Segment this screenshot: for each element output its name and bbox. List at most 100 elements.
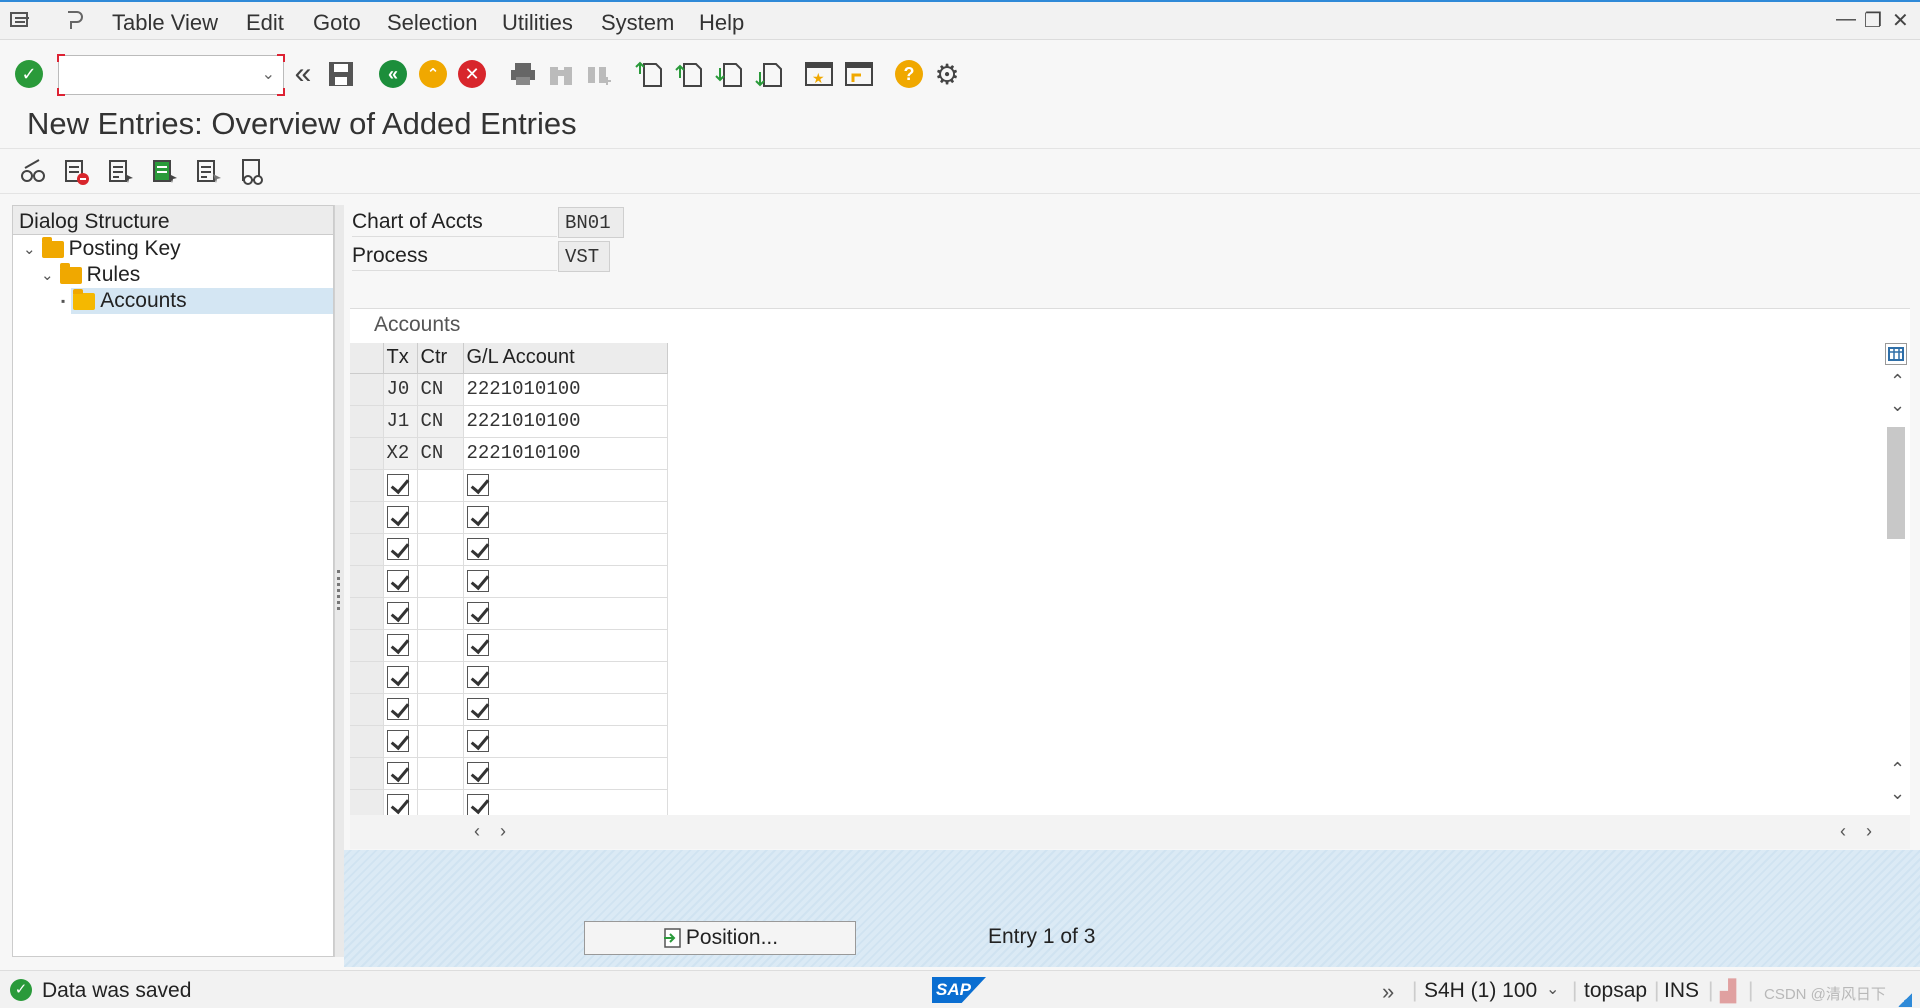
empty-table-row[interactable]: [350, 533, 668, 566]
cell-gl-account-input[interactable]: [463, 533, 668, 566]
cell-gl-account-input[interactable]: [463, 565, 668, 598]
column-header-tx[interactable]: Tx: [383, 343, 418, 374]
empty-table-row[interactable]: [350, 565, 668, 598]
tree-node-posting-key[interactable]: ⌄ Posting Key: [23, 236, 181, 262]
help-button[interactable]: ?: [894, 59, 924, 89]
scroll-line-up-icon[interactable]: ⌄: [1890, 395, 1905, 416]
column-header-gl-account[interactable]: G/L Account: [463, 343, 668, 374]
menu-system[interactable]: System: [601, 10, 674, 36]
scroll-left-far-icon[interactable]: ‹: [1840, 821, 1846, 842]
cell-ctr-input[interactable]: [417, 629, 464, 662]
cell-gl-account[interactable]: 2221010100: [463, 405, 668, 438]
cell-tx-input[interactable]: [383, 597, 418, 630]
empty-table-row[interactable]: [350, 629, 668, 662]
cell-tx-input[interactable]: [383, 501, 418, 534]
command-input[interactable]: [59, 56, 249, 92]
deselect-all-button[interactable]: [194, 157, 224, 187]
cell-gl-account-input[interactable]: [463, 661, 668, 694]
scroll-right-far-icon[interactable]: ›: [1866, 821, 1872, 842]
close-window-icon[interactable]: ✕: [1892, 8, 1909, 33]
print-button[interactable]: [508, 59, 538, 89]
last-page-button[interactable]: [754, 59, 784, 89]
row-selector[interactable]: [350, 597, 384, 630]
row-selector[interactable]: [350, 757, 384, 790]
chart-icon[interactable]: ▟: [1720, 979, 1736, 1004]
restore-icon[interactable]: ❐: [1864, 8, 1882, 33]
cell-ctr-input[interactable]: [417, 501, 464, 534]
empty-table-row[interactable]: [350, 469, 668, 502]
pin-icon[interactable]: [64, 10, 86, 30]
empty-table-row[interactable]: [350, 693, 668, 726]
column-header-ctr[interactable]: Ctr: [417, 343, 464, 374]
collapse-command-icon[interactable]: «: [288, 57, 318, 90]
empty-table-row[interactable]: [350, 661, 668, 694]
menu-icon[interactable]: [10, 10, 32, 30]
cell-ctr-input[interactable]: [417, 661, 464, 694]
select-all-button[interactable]: [106, 157, 136, 187]
menu-table-view[interactable]: Table View: [112, 10, 218, 36]
expand-chevron-icon[interactable]: ⌄: [41, 266, 54, 284]
cell-ctr-input[interactable]: [417, 597, 464, 630]
table-row[interactable]: X2 CN 2221010100: [350, 437, 668, 470]
table-settings-icon[interactable]: [1885, 343, 1907, 365]
cell-tx-input[interactable]: [383, 661, 418, 694]
row-selector[interactable]: [350, 469, 384, 502]
create-session-button[interactable]: ★: [804, 59, 834, 89]
command-field[interactable]: ⌄: [57, 54, 285, 96]
vertical-scrollbar[interactable]: ⌃ ⌄ ⌃ ⌄: [1884, 343, 1908, 815]
find-button[interactable]: [546, 59, 576, 89]
resize-grip-icon[interactable]: [1898, 993, 1912, 1007]
display-change-button[interactable]: [18, 157, 48, 187]
enter-button[interactable]: ✓: [14, 59, 44, 89]
cell-ctr-input[interactable]: [417, 565, 464, 598]
menu-edit[interactable]: Edit: [246, 10, 284, 36]
cell-gl-account-input[interactable]: [463, 469, 668, 502]
delete-entry-button[interactable]: [62, 157, 92, 187]
cell-ctr-input[interactable]: [417, 757, 464, 790]
cell-tx-input[interactable]: [383, 533, 418, 566]
scroll-right-icon[interactable]: ›: [500, 821, 506, 842]
cell-gl-account-input[interactable]: [463, 629, 668, 662]
scroll-page-up-icon[interactable]: ⌃: [1890, 371, 1905, 392]
cell-gl-account-input[interactable]: [463, 501, 668, 534]
cell-tx-input[interactable]: [383, 757, 418, 790]
row-selector[interactable]: [350, 693, 384, 726]
scroll-left-icon[interactable]: ‹: [474, 821, 480, 842]
menu-help[interactable]: Help: [699, 10, 744, 36]
position-button[interactable]: Position...: [584, 921, 856, 955]
find-next-button[interactable]: [584, 59, 614, 89]
back-button[interactable]: «: [378, 59, 408, 89]
table-row[interactable]: J1 CN 2221010100: [350, 405, 668, 438]
cell-tx-input[interactable]: [383, 629, 418, 662]
cell-tx-input[interactable]: [383, 565, 418, 598]
cell-gl-account-input[interactable]: [463, 597, 668, 630]
row-selector[interactable]: [350, 373, 384, 406]
cell-ctr-input[interactable]: [417, 725, 464, 758]
panel-splitter[interactable]: [334, 205, 344, 957]
scroll-line-down-icon[interactable]: ⌃: [1890, 759, 1905, 780]
first-page-button[interactable]: [634, 59, 664, 89]
cell-ctr-input[interactable]: [417, 533, 464, 566]
row-selector[interactable]: [350, 629, 384, 662]
row-selector[interactable]: [350, 501, 384, 534]
menu-utilities[interactable]: Utilities: [502, 10, 573, 36]
cell-gl-account-input[interactable]: [463, 757, 668, 790]
scroll-thumb[interactable]: [1887, 427, 1905, 539]
splitter-grip-icon[interactable]: [337, 570, 341, 610]
status-message[interactable]: Data was saved: [42, 979, 191, 1003]
scroll-page-down-icon[interactable]: ⌄: [1890, 783, 1905, 804]
previous-page-button[interactable]: [674, 59, 704, 89]
cell-tx-input[interactable]: [383, 693, 418, 726]
row-selector[interactable]: [350, 565, 384, 598]
save-button[interactable]: [326, 59, 356, 89]
minimize-icon[interactable]: —: [1836, 8, 1856, 31]
row-selector[interactable]: [350, 405, 384, 438]
expand-status-icon[interactable]: »: [1382, 979, 1394, 1005]
menu-selection[interactable]: Selection: [387, 10, 478, 36]
print-field-list-button[interactable]: [238, 157, 268, 187]
settings-button[interactable]: ⚙: [932, 59, 962, 90]
cell-ctr-input[interactable]: [417, 693, 464, 726]
expand-chevron-icon[interactable]: ⌄: [23, 240, 36, 258]
system-info[interactable]: S4H (1) 100: [1424, 979, 1537, 1003]
exit-button[interactable]: ⌃: [418, 59, 448, 89]
